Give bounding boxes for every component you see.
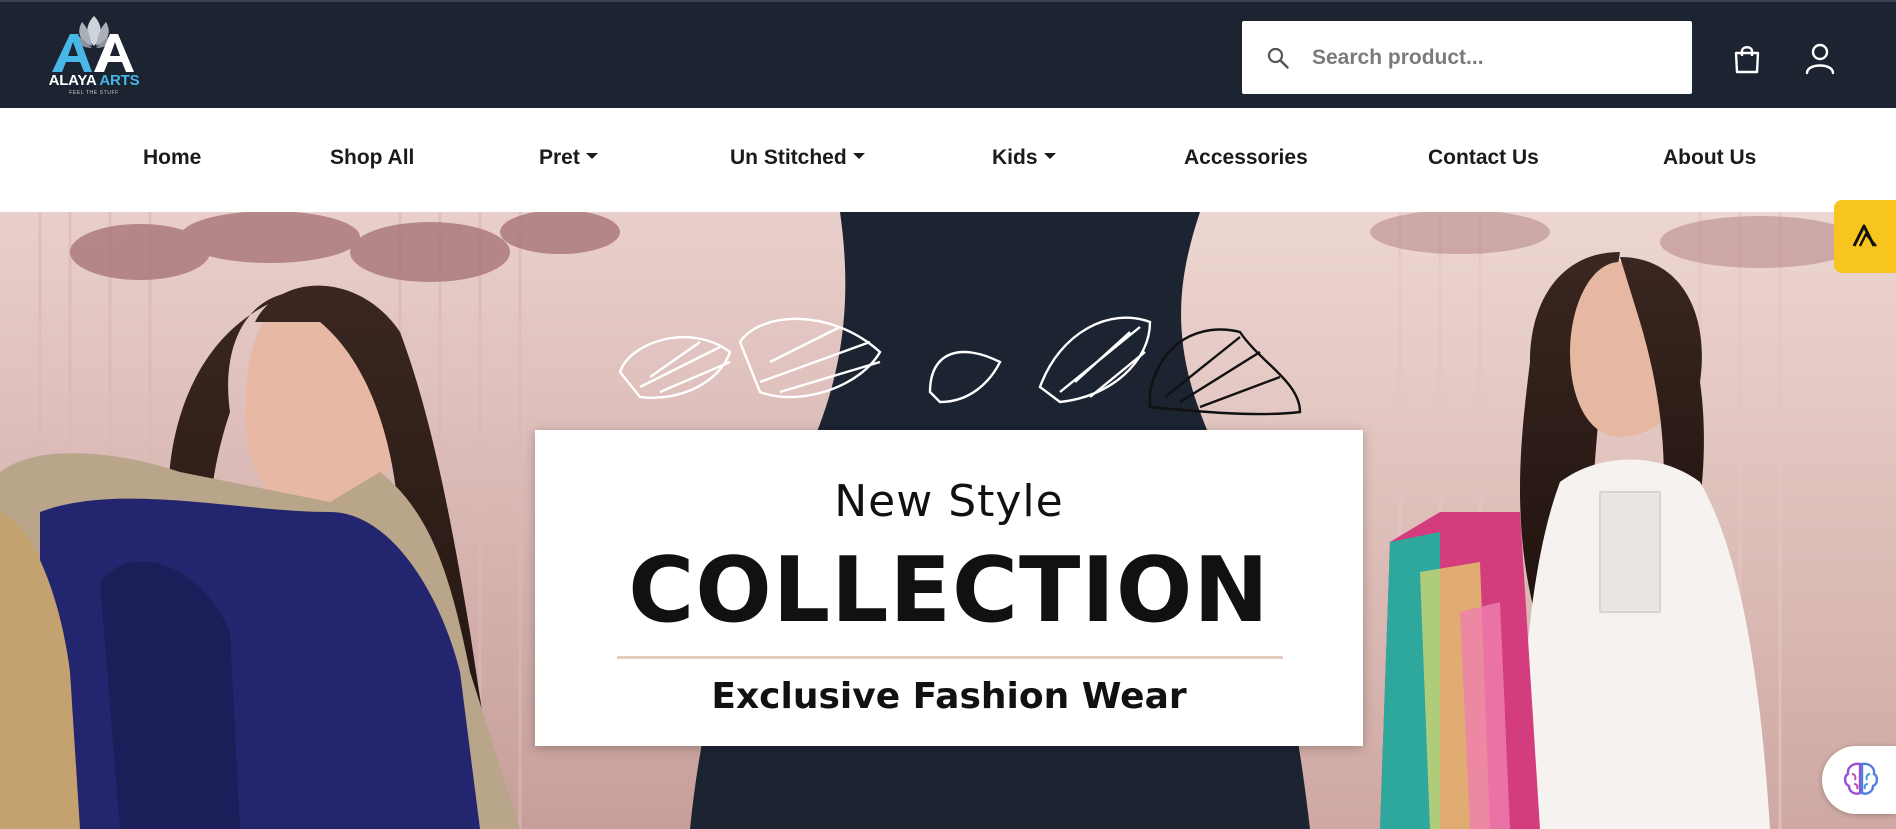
shopping-bag-icon[interactable] bbox=[1733, 44, 1761, 74]
caret-down-icon bbox=[1043, 153, 1056, 159]
user-icon[interactable] bbox=[1805, 43, 1835, 75]
logo-mark-icon bbox=[52, 16, 134, 72]
logo-wordmark: ALAYA ARTS bbox=[48, 72, 140, 89]
nav-item-label: Accessories bbox=[1184, 146, 1308, 169]
promo-subtitle: New Style bbox=[834, 476, 1064, 527]
nav-item-label: Pret bbox=[539, 146, 580, 169]
nav-item-label: Shop All bbox=[330, 146, 415, 169]
top-header-bar: ALAYA ARTS FEEL THE STUFF bbox=[0, 0, 1896, 108]
promo-title: COLLECTION bbox=[628, 538, 1270, 643]
brand-a-icon bbox=[1852, 224, 1877, 247]
search-input[interactable] bbox=[1312, 45, 1652, 70]
nav-item-about-us[interactable]: About Us bbox=[1663, 146, 1756, 170]
caret-down-icon bbox=[852, 153, 865, 159]
nav-item-label: About Us bbox=[1663, 146, 1757, 169]
promo-tagline: Exclusive Fashion Wear bbox=[711, 676, 1187, 717]
ai-assistant-button[interactable] bbox=[1822, 746, 1896, 814]
nav-item-pret[interactable]: Pret bbox=[539, 146, 598, 170]
main-navigation: Home Shop All Pret Un Stitched Kids Acce… bbox=[0, 108, 1896, 212]
brain-icon bbox=[1843, 762, 1879, 795]
promo-divider bbox=[617, 656, 1283, 659]
side-brand-tab[interactable] bbox=[1834, 200, 1896, 273]
nav-item-shop-all[interactable]: Shop All bbox=[330, 146, 414, 170]
nav-item-label: Home bbox=[143, 146, 202, 169]
nav-item-kids[interactable]: Kids bbox=[992, 146, 1056, 170]
promo-card: New Style COLLECTION Exclusive Fashion W… bbox=[535, 430, 1363, 746]
search-box[interactable] bbox=[1242, 21, 1692, 94]
nav-item-label: Contact Us bbox=[1428, 146, 1539, 169]
nav-item-accessories[interactable]: Accessories bbox=[1184, 146, 1308, 170]
hero-banner[interactable]: New Style COLLECTION Exclusive Fashion W… bbox=[0, 212, 1896, 829]
nav-item-home[interactable]: Home bbox=[143, 146, 201, 170]
nav-item-un-stitched[interactable]: Un Stitched bbox=[730, 146, 865, 170]
nav-item-label: Un Stitched bbox=[730, 146, 847, 169]
caret-down-icon bbox=[585, 153, 598, 159]
brand-logo[interactable]: ALAYA ARTS FEEL THE STUFF bbox=[46, 14, 142, 100]
nav-item-contact-us[interactable]: Contact Us bbox=[1428, 146, 1539, 170]
search-icon[interactable] bbox=[1266, 46, 1290, 70]
logo-tagline: FEEL THE STUFF bbox=[69, 90, 119, 96]
nav-item-label: Kids bbox=[992, 146, 1038, 169]
